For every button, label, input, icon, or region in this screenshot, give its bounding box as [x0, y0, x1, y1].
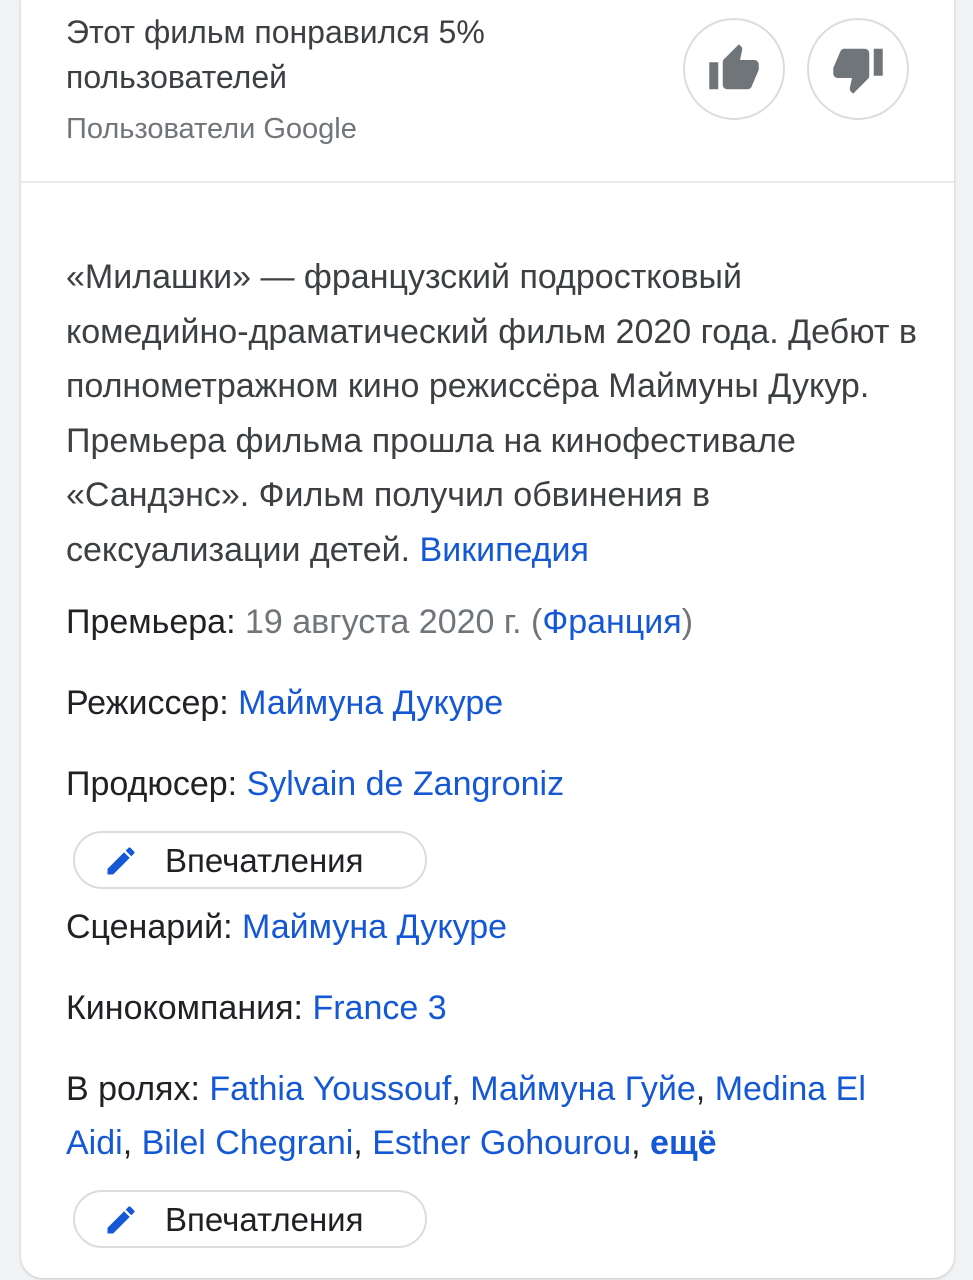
rating-summary: Этот фильм понравился 5% пользователей [66, 14, 485, 95]
fact-producer: Продюсер: Sylvain de Zangroniz [66, 757, 936, 811]
screenplay-link[interactable]: Маймуна Дукуре [242, 908, 507, 946]
knowledge-panel-card: Этот фильм понравился 5% пользователей П… [21, 0, 954, 1278]
cast-link[interactable]: Esther Gohourou [372, 1124, 631, 1162]
dislike-button[interactable] [807, 18, 909, 120]
rating-source: Пользователи Google [66, 113, 357, 145]
like-button[interactable] [683, 18, 785, 120]
separator: , [451, 1070, 461, 1108]
fact-label: Режиссер: [66, 684, 229, 722]
chip-label: Впечатления [165, 1201, 364, 1238]
pencil-icon [107, 1206, 135, 1234]
cast-more-link[interactable]: ещё [650, 1124, 717, 1162]
separator: , [695, 1070, 706, 1108]
producer-link[interactable]: Sylvain de Zangroniz [247, 765, 565, 803]
director-link[interactable]: Маймуна Дукуре [238, 684, 503, 722]
paren-close: ) [681, 603, 694, 641]
fact-label: Кинокомпания: [66, 989, 303, 1027]
wikipedia-link[interactable]: Википедия [420, 531, 589, 569]
fact-label: Сценарий: [66, 908, 233, 946]
user-rating-section: Этот фильм понравился 5% пользователей П… [21, 0, 954, 183]
fact-screenplay: Сценарий: Маймуна Дукуре [66, 900, 936, 954]
premiere-country-link[interactable]: Франция [542, 603, 681, 641]
paren-open: ( [531, 603, 543, 641]
fact-cast: В ролях: Fathia Youssouf, Маймуна Гуйе, … [66, 1062, 936, 1170]
cast-link[interactable]: Bilel Chegrani [142, 1124, 354, 1162]
fact-label: Премьера: [66, 603, 236, 641]
impressions-chip-producer[interactable]: Впечатления [73, 831, 427, 889]
company-link[interactable]: France 3 [312, 989, 446, 1027]
cast-link[interactable]: Маймуна Гуйе [470, 1070, 696, 1108]
film-description: «Милашки» — французский подростковый ком… [66, 250, 926, 577]
description-text: «Милашки» — французский подростковый ком… [66, 258, 917, 569]
impressions-chip-cast[interactable]: Впечатления [73, 1190, 427, 1248]
thumbs-down-icon [833, 48, 883, 94]
fact-director: Режиссер: Маймуна Дукуре [66, 676, 936, 730]
pencil-icon [107, 847, 135, 875]
separator: , [122, 1124, 133, 1162]
fact-label: Продюсер: [66, 765, 238, 803]
thumbs-up-icon [709, 44, 759, 90]
fact-label: В ролях: [66, 1070, 200, 1108]
premiere-date: 19 августа 2020 г. [244, 603, 522, 641]
fact-company: Кинокомпания: France 3 [66, 981, 936, 1035]
chip-label: Впечатления [165, 842, 364, 879]
fact-premiere: Премьера: 19 августа 2020 г. (Франция) [66, 595, 936, 649]
separator: , [631, 1124, 641, 1162]
separator: , [353, 1124, 363, 1162]
cast-link[interactable]: Fathia Youssouf [209, 1070, 451, 1108]
